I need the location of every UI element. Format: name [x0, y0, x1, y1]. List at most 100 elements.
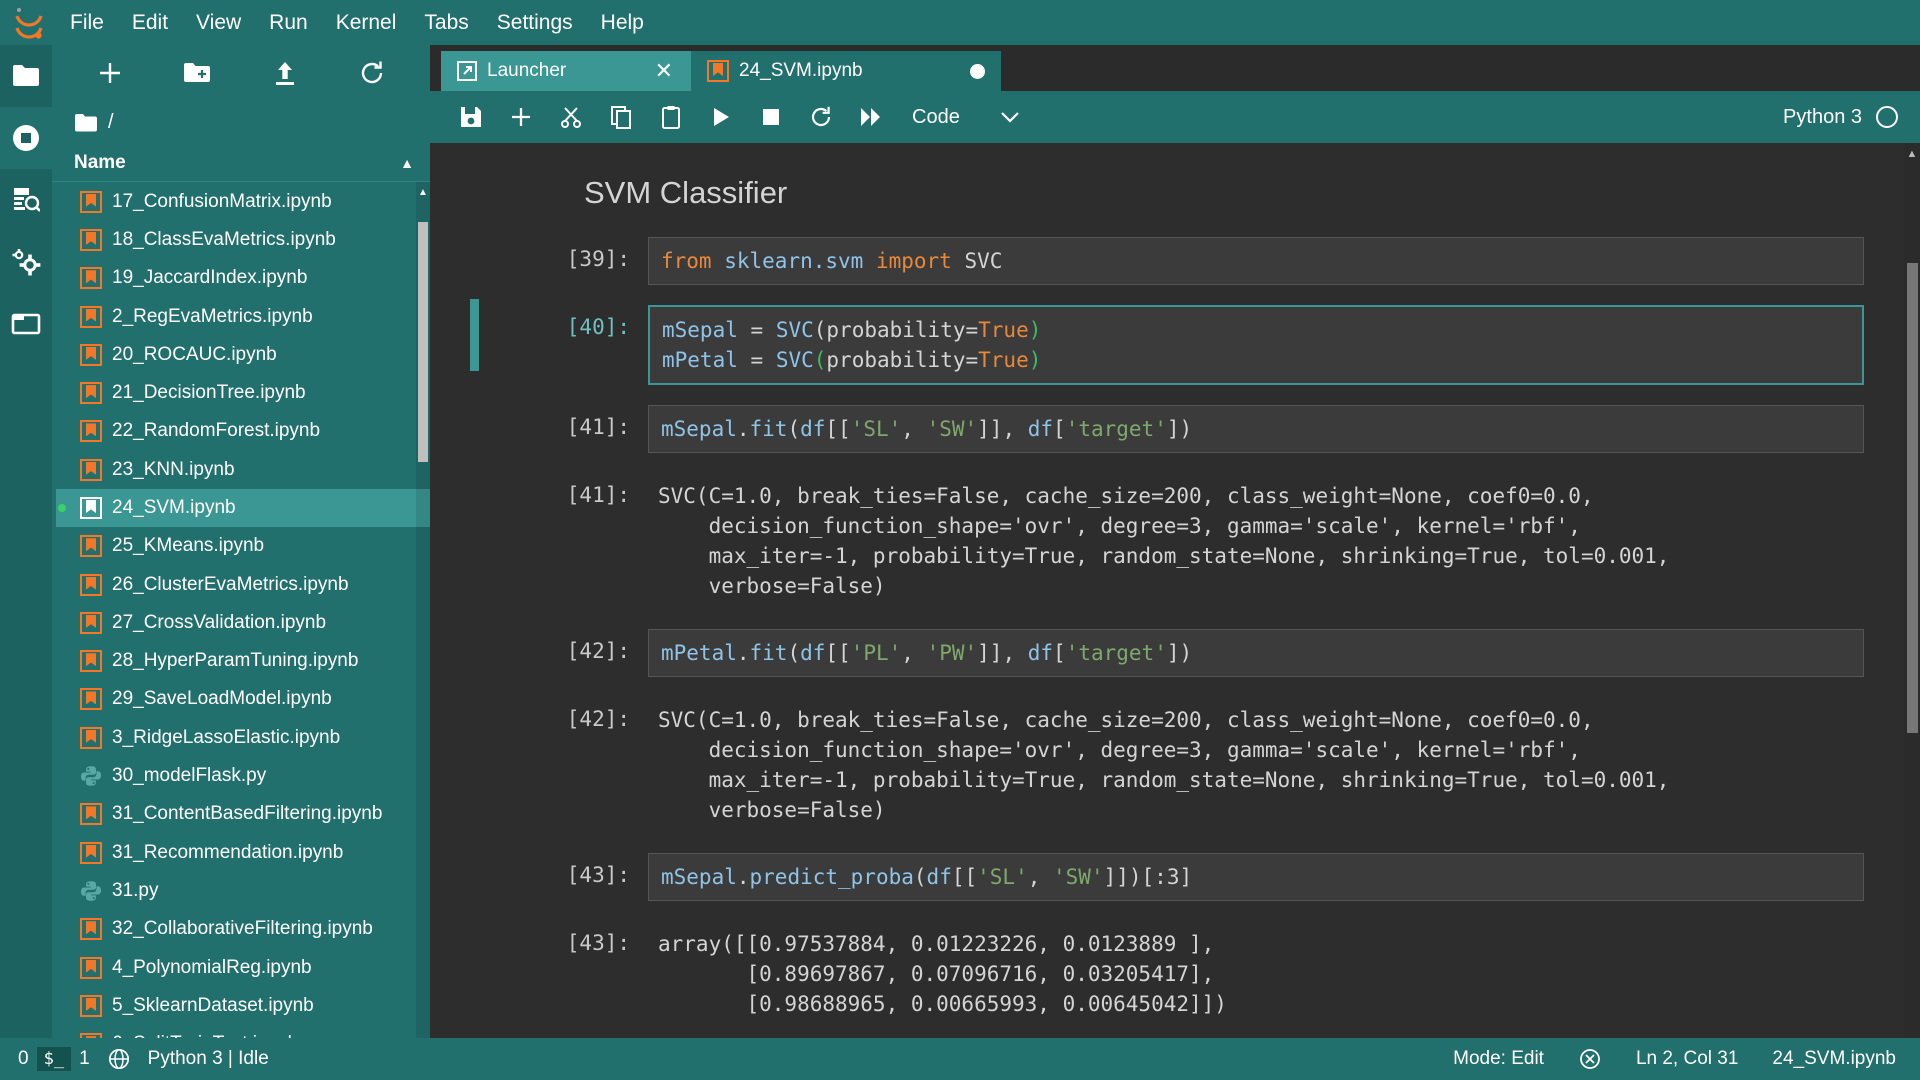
file-list-item[interactable]: 5_SklearnDataset.ipynb [56, 987, 430, 1025]
cursor-position-item[interactable]: Ln 2, Col 31 [1636, 1048, 1738, 1070]
unsaved-changes-icon[interactable] [970, 64, 985, 79]
cell-code-editor[interactable]: mSepal.fit(df[['SL', 'SW']], df['target'… [648, 405, 1864, 453]
file-list-item[interactable]: 31_ContentBasedFiltering.ipynb [56, 795, 430, 833]
notebook-icon [80, 612, 102, 634]
tab-24-svm-notebook[interactable]: 24_SVM.ipynb [691, 51, 1001, 91]
file-list-item[interactable]: 30_modelFlask.py [56, 757, 430, 795]
cut-cells-button[interactable] [548, 97, 594, 137]
notebook-input-cell[interactable]: [43]:mSepal.predict_proba(df[['SL', 'SW'… [556, 853, 1864, 901]
terminals-count-item[interactable]: 0 $_ 1 [18, 1047, 90, 1071]
breadcrumb[interactable]: / [52, 101, 430, 145]
code-token: ] [1179, 865, 1192, 889]
restart-kernel-button[interactable] [798, 97, 844, 137]
jupyter-logo-icon [0, 0, 56, 45]
code-token: [[ [825, 417, 850, 441]
new-folder-button[interactable] [175, 53, 219, 93]
file-list-item[interactable]: 4_PolynomialReg.ipynb [56, 948, 430, 986]
insert-cell-button[interactable] [498, 97, 544, 137]
tab-launcher[interactable]: Launcher ✕ [441, 51, 691, 91]
file-list-item[interactable]: 20_ROCAUC.ipynb [56, 336, 430, 374]
notebook-scroll-thumb[interactable] [1907, 263, 1918, 733]
file-list-item[interactable]: 31.py [56, 872, 430, 910]
file-list-item[interactable]: 26_ClusterEvaMetrics.ipynb [56, 565, 430, 603]
code-token: 'PL' [851, 641, 902, 665]
file-list-item[interactable]: 23_KNN.ipynb [56, 451, 430, 489]
file-list-item[interactable]: 21_DecisionTree.ipynb [56, 374, 430, 412]
file-name-label: 5_SklearnDataset.ipynb [112, 995, 314, 1017]
notebook-scrollbar[interactable]: ▲ ▼ [1904, 143, 1920, 1060]
file-list-item[interactable]: 2_RegEvaMetrics.ipynb [56, 297, 430, 335]
menu-view[interactable]: View [182, 0, 255, 45]
file-list-item[interactable]: 3_RidgeLassoElastic.ipynb [56, 719, 430, 757]
copy-cells-button[interactable] [598, 97, 644, 137]
notebook-input-cell[interactable]: [40]:mSepal = SVC(probability=True)mPeta… [556, 305, 1864, 385]
output-line: SVC(C=1.0, break_ties=False, cache_size=… [658, 481, 1864, 511]
file-list-item[interactable]: 18_ClassEvaMetrics.ipynb [56, 221, 430, 259]
file-name-label: 22_RandomForest.ipynb [112, 420, 320, 442]
file-list-item[interactable]: 25_KMeans.ipynb [56, 527, 430, 565]
code-token: . [737, 417, 750, 441]
file-list-item[interactable]: 28_HyperParamTuning.ipynb [56, 642, 430, 680]
file-list-item[interactable]: 22_RandomForest.ipynb [56, 412, 430, 450]
upload-button[interactable] [263, 53, 307, 93]
sidebar-item-file-browser[interactable] [0, 45, 52, 107]
notebook-input-cell[interactable]: [39]:from sklearn.svm import SVC [556, 237, 1864, 285]
file-name-label: 24_SVM.ipynb [112, 497, 236, 519]
notebook-icon [80, 688, 102, 710]
menu-help[interactable]: Help [587, 0, 658, 45]
sidebar-item-property-inspector[interactable] [0, 231, 52, 293]
scroll-up-arrow-icon[interactable]: ▲ [416, 184, 430, 200]
file-list-header[interactable]: Name ▲ [52, 145, 430, 183]
notebook-icon [80, 535, 102, 557]
file-name-label: 32_CollaborativeFiltering.ipynb [112, 918, 373, 940]
save-button[interactable] [448, 97, 494, 137]
code-token: 'PW' [927, 641, 978, 665]
file-list-item[interactable]: 32_CollaborativeFiltering.ipynb [56, 910, 430, 948]
cell-code-editor[interactable]: mPetal.fit(df[['PL', 'PW']], df['target'… [648, 629, 1864, 677]
file-list-item[interactable]: 17_ConfusionMatrix.ipynb [56, 182, 430, 220]
cell-code-editor[interactable]: mSepal.predict_proba(df[['SL', 'SW']])[:… [648, 853, 1864, 901]
running-indicator-placeholder [58, 772, 66, 780]
sidebar-item-running-terminals-kernels[interactable] [0, 107, 52, 169]
close-icon[interactable]: ✕ [653, 60, 675, 82]
globe-icon[interactable] [108, 1048, 130, 1070]
sidebar-item-commands[interactable] [0, 169, 52, 231]
menu-bar: File Edit View Run Kernel Tabs Settings … [0, 0, 1920, 45]
cell-code-editor[interactable]: mSepal = SVC(probability=True)mPetal = S… [648, 305, 1864, 385]
notebook-input-cell[interactable]: [42]:mPetal.fit(df[['PL', 'PW']], df['ta… [556, 629, 1864, 677]
file-list-scrollbar[interactable]: ▲ ▼ [416, 182, 430, 1060]
notebook-icon [707, 60, 729, 82]
circle-x-icon[interactable] [1578, 1047, 1602, 1071]
paste-cells-button[interactable] [648, 97, 694, 137]
menu-file[interactable]: File [56, 0, 118, 45]
notebook-input-cell[interactable]: [41]:mSepal.fit(df[['SL', 'SW']], df['ta… [556, 405, 1864, 453]
new-launcher-button[interactable] [88, 53, 132, 93]
file-list-scroll-thumb[interactable] [418, 222, 428, 462]
file-list-item[interactable]: 19_JaccardIndex.ipynb [56, 259, 430, 297]
active-file-item[interactable]: 24_SVM.ipynb [1772, 1048, 1896, 1070]
menu-kernel[interactable]: Kernel [322, 0, 411, 45]
menu-settings[interactable]: Settings [483, 0, 587, 45]
file-list-item[interactable]: 29_SaveLoadModel.ipynb [56, 680, 430, 718]
kernel-indicator[interactable]: Python 3 [1783, 106, 1920, 129]
restart-and-run-all-button[interactable] [848, 97, 894, 137]
file-list-item[interactable]: 31_Recommendation.ipynb [56, 834, 430, 872]
notebook-icon [80, 803, 102, 825]
file-name-label: 21_DecisionTree.ipynb [112, 382, 306, 404]
interrupt-kernel-button[interactable] [748, 97, 794, 137]
notebook-mode-item[interactable]: Mode: Edit [1453, 1048, 1544, 1070]
file-list-item[interactable]: 27_CrossValidation.ipynb [56, 604, 430, 642]
markdown-heading-svm-classifier: SVM Classifier [584, 175, 1864, 211]
kernel-status-item[interactable]: Python 3 | Idle [148, 1048, 269, 1070]
run-cells-button[interactable] [698, 97, 744, 137]
menu-tabs[interactable]: Tabs [410, 0, 482, 45]
menu-run[interactable]: Run [255, 0, 322, 45]
cell-code-editor[interactable]: from sklearn.svm import SVC [648, 237, 1864, 285]
refresh-button[interactable] [350, 53, 394, 93]
file-list-item[interactable]: 24_SVM.ipynb [56, 489, 430, 527]
notebook-cells: [39]:from sklearn.svm import SVC [40]:mSe… [556, 237, 1864, 1027]
menu-edit[interactable]: Edit [118, 0, 182, 45]
cell-type-dropdown[interactable]: Code [912, 106, 1020, 129]
sidebar-item-open-tabs[interactable] [0, 293, 52, 355]
notebook-scroll-up-icon[interactable]: ▲ [1904, 145, 1920, 163]
